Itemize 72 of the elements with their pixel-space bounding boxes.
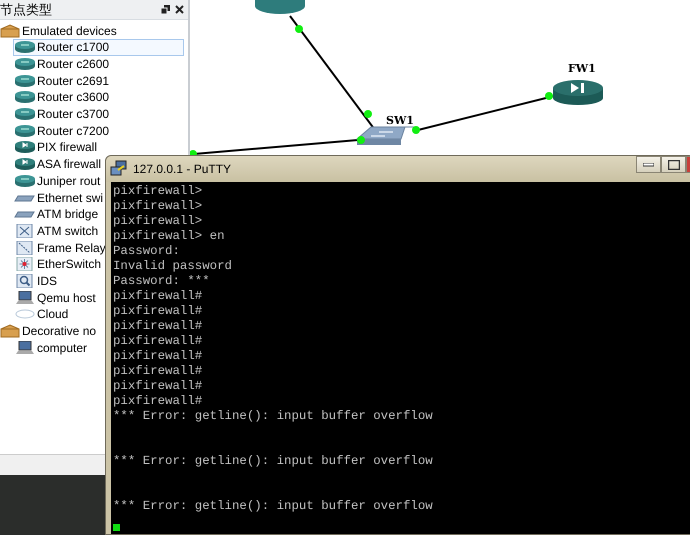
minimize-icon: [643, 162, 654, 166]
terminal-line: pixfirewall#: [113, 289, 204, 304]
tree-item[interactable]: Ethernet swi: [13, 189, 104, 206]
computers-icon: [110, 160, 128, 178]
node-label: FW1: [568, 62, 596, 75]
terminal-line: pixfirewall#: [113, 364, 204, 379]
port-dot: [295, 25, 303, 33]
computer-icon: [14, 290, 36, 305]
terminal-line: pixfirewall#: [113, 304, 204, 319]
float-icon[interactable]: [161, 5, 170, 14]
tree-item[interactable]: ATM bridge: [13, 206, 100, 223]
router-icon: [14, 57, 36, 72]
router-icon[interactable]: [255, 0, 305, 14]
terminal-line: *** Error: getline(): input buffer overflow: [113, 409, 434, 424]
minimize-button[interactable]: [636, 156, 661, 173]
tree-item[interactable]: Router c3600: [13, 89, 110, 106]
router-icon: [14, 107, 36, 122]
port-dot: [357, 136, 365, 144]
terminal-line: pixfirewall#: [113, 334, 204, 349]
router-icon: [14, 74, 36, 88]
tree-item[interactable]: Cloud: [13, 306, 70, 323]
tree-item[interactable]: Router c3700: [13, 106, 110, 122]
router-icon: [14, 124, 36, 138]
category-label[interactable]: Decorative no: [22, 324, 96, 338]
terminal-line: Password: ***: [113, 274, 211, 289]
terminal-line: Invalid password: [113, 259, 233, 274]
terminal-line: pixfirewall>: [113, 184, 204, 199]
router-icon: [14, 174, 36, 188]
port-dot: [412, 126, 420, 134]
terminal-line: pixfirewall#: [113, 394, 204, 409]
window-title: 127.0.0.1 - PuTTY: [133, 162, 232, 176]
tree-item[interactable]: PIX firewall: [13, 139, 98, 156]
terminal-line: pixfirewall> en: [113, 229, 226, 244]
computer-icon: [14, 341, 36, 356]
terminal-line: pixfirewall#: [113, 379, 204, 394]
terminal-line: pixfirewall>: [113, 214, 204, 229]
tree-item[interactable]: Router c2691: [13, 72, 110, 90]
firewall-icon: [14, 157, 36, 172]
panel-title: 节点类型: [0, 0, 53, 18]
tree-item[interactable]: computer: [13, 340, 88, 356]
box-icon: [0, 324, 20, 338]
terminal-line: pixfirewall#: [113, 319, 204, 334]
router-icon: [14, 90, 36, 104]
category-label[interactable]: Emulated devices: [22, 24, 117, 38]
maximize-icon: [668, 160, 680, 170]
terminal-line: pixfirewall>: [113, 199, 204, 214]
cloud-icon: [14, 307, 36, 322]
maximize-button[interactable]: [661, 156, 686, 173]
tree-item[interactable]: EtherSwitch: [13, 256, 102, 273]
port-dot: [545, 92, 553, 100]
terminal-line: Password:: [113, 244, 181, 259]
tree-item[interactable]: Qemu host: [13, 289, 97, 306]
terminal-line: *** Error: getline(): input buffer overflow: [113, 499, 434, 514]
terminal-screen[interactable]: [111, 182, 690, 534]
tree-item[interactable]: Juniper rout: [13, 172, 102, 190]
firewall-icon: [14, 140, 36, 154]
tree-item[interactable]: Frame Relay: [13, 239, 107, 256]
close-icon[interactable]: [175, 5, 184, 14]
terminal-line: pixfirewall#: [113, 349, 204, 364]
tree-item[interactable]: ATM switch: [13, 222, 100, 240]
box-icon: [0, 24, 20, 38]
tree-item[interactable]: IDS: [13, 272, 58, 290]
switch-icon[interactable]: [356, 126, 416, 145]
firewall-icon[interactable]: [553, 80, 603, 105]
tree-item[interactable]: Router c7200: [13, 122, 110, 140]
router-icon: [14, 40, 36, 54]
node-label: SW1: [386, 114, 414, 127]
port-dot: [364, 110, 372, 118]
tree-item[interactable]: Router c2600: [13, 56, 110, 72]
tree-item[interactable]: ASA firewall: [13, 156, 102, 172]
tree-item[interactable]: Router c1700: [13, 39, 184, 56]
terminal-line: *** Error: getline(): input buffer overflow: [113, 454, 434, 469]
